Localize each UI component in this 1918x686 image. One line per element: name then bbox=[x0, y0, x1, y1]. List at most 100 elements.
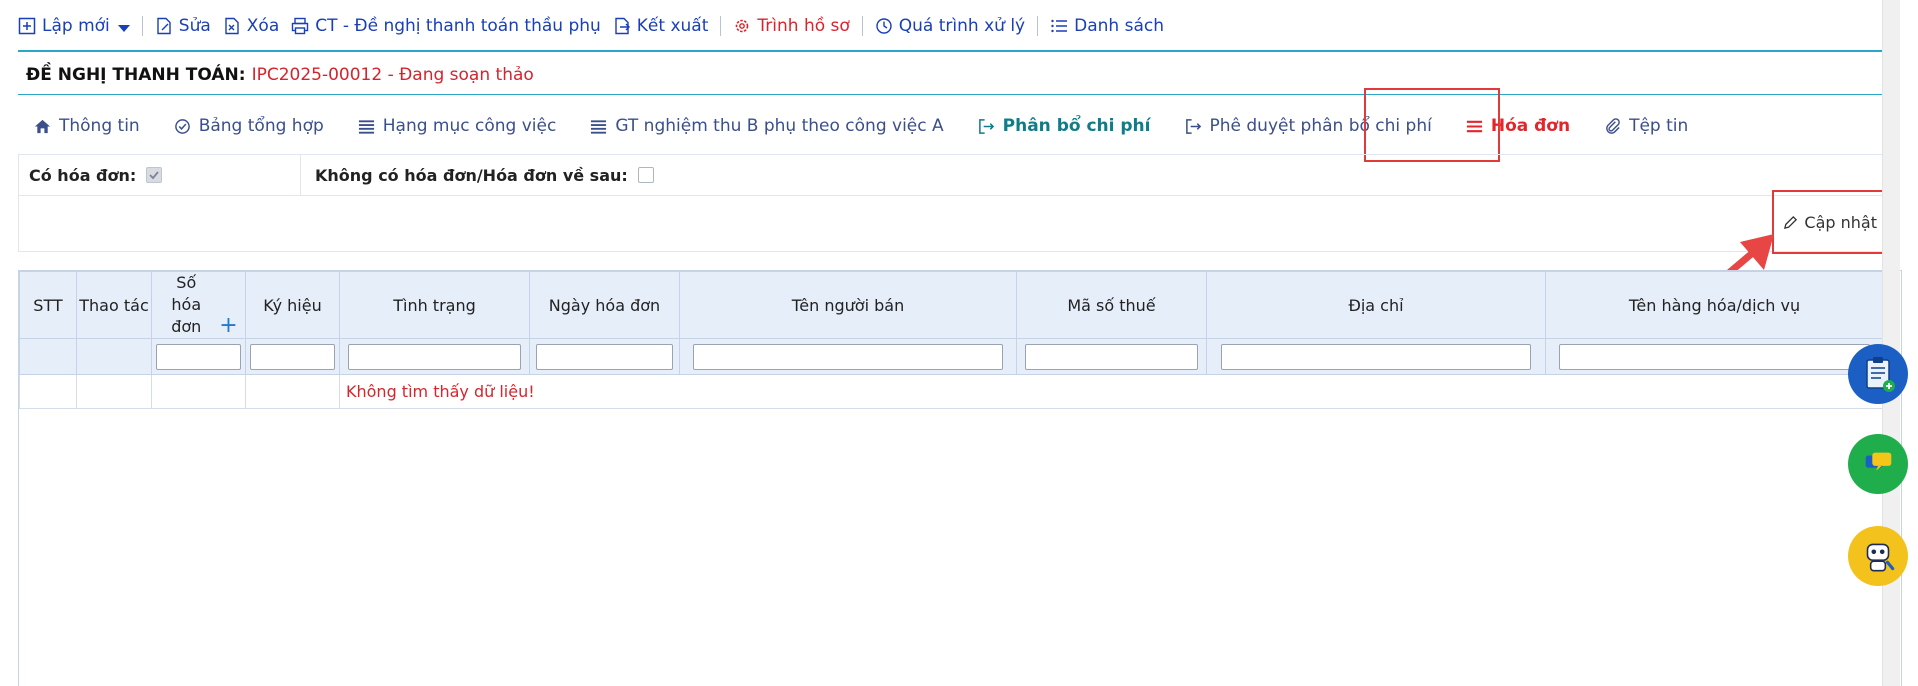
tab-label: Phân bổ chi phí bbox=[1002, 116, 1151, 136]
filter-cell bbox=[1016, 338, 1207, 375]
filter-cell bbox=[151, 338, 246, 375]
tab-cost-approval[interactable]: Phê duyệt phân bổ chi phí bbox=[1185, 116, 1432, 136]
history-button[interactable]: Quá trình xử lý bbox=[875, 16, 1025, 36]
tab-label: Phê duyệt phân bổ chi phí bbox=[1209, 116, 1432, 136]
printer-icon bbox=[292, 17, 309, 35]
toolbar-separator bbox=[861, 16, 863, 36]
page-title: ĐỀ NGHỊ THANH TOÁN: IPC2025-00012 - Đang… bbox=[26, 62, 534, 88]
has-invoice-group: Có hóa đơn: bbox=[19, 155, 301, 195]
filter-cell bbox=[245, 338, 340, 375]
update-button[interactable]: Cập nhật bbox=[1783, 213, 1877, 232]
column-header[interactable]: Tình trạng bbox=[339, 271, 530, 339]
history-label: Quá trình xử lý bbox=[898, 16, 1026, 36]
tab-work-items[interactable]: Hạng mục công việc bbox=[358, 116, 557, 136]
chevron-down-icon bbox=[117, 24, 130, 32]
filter-cell bbox=[19, 338, 77, 375]
tab-label: Hóa đơn bbox=[1490, 116, 1571, 136]
invoice-options: Có hóa đơn: Không có hóa đơn/Hóa đơn về … bbox=[18, 154, 1900, 196]
delete-button[interactable]: Xóa bbox=[223, 16, 279, 36]
tab-label: Hạng mục công việc bbox=[382, 116, 557, 136]
edit-label: Sửa bbox=[178, 16, 211, 36]
column-header[interactable]: Địa chỉ bbox=[1206, 271, 1546, 339]
toolbar-separator bbox=[1037, 16, 1039, 36]
tab-invoice[interactable]: Hóa đơn bbox=[1466, 116, 1570, 136]
robot-support-button[interactable] bbox=[1848, 526, 1908, 586]
tab-info[interactable]: Thông tin bbox=[34, 116, 140, 136]
delete-label: Xóa bbox=[246, 16, 280, 36]
edit-file-icon bbox=[157, 17, 171, 35]
filter-invoice-number-input[interactable] bbox=[155, 343, 242, 370]
column-header[interactable]: Tên người bán bbox=[679, 271, 1017, 339]
export-button[interactable]: Kết xuất bbox=[613, 16, 708, 36]
tab-label: GT nghiệm thu B phụ theo công việc A bbox=[615, 116, 944, 136]
paperclip-icon bbox=[1606, 117, 1620, 134]
tab-label: Bảng tổng hợp bbox=[198, 116, 324, 136]
table-cell bbox=[76, 374, 152, 409]
new-button[interactable]: Lập mới bbox=[18, 16, 130, 36]
clipboard-icon bbox=[1866, 357, 1895, 392]
column-header[interactable]: STT bbox=[19, 271, 77, 339]
divider bbox=[18, 94, 1900, 95]
chat-bubble-icon bbox=[1865, 452, 1892, 471]
submit-button[interactable]: Trình hồ sơ bbox=[733, 16, 850, 36]
update-area: Cập nhật bbox=[18, 196, 1900, 252]
toolbar-separator bbox=[720, 16, 722, 36]
filter-row bbox=[19, 338, 1884, 375]
update-label: Cập nhật bbox=[1804, 213, 1877, 232]
filter-date-input[interactable] bbox=[535, 343, 674, 370]
no-invoice-checkbox[interactable] bbox=[637, 167, 654, 183]
column-header[interactable]: Ngày hóa đơn bbox=[529, 271, 680, 339]
check-circle-icon bbox=[174, 118, 190, 134]
export-icon bbox=[615, 17, 630, 35]
list-button[interactable]: Danh sách bbox=[1050, 16, 1164, 36]
chat-button[interactable] bbox=[1848, 434, 1908, 494]
has-invoice-label: Có hóa đơn: bbox=[29, 165, 137, 185]
has-invoice-checkbox[interactable] bbox=[146, 167, 163, 183]
filter-status-input[interactable] bbox=[347, 343, 522, 370]
new-label: Lập mới bbox=[42, 16, 110, 36]
filter-cell bbox=[1545, 338, 1884, 375]
add-icon[interactable]: + bbox=[219, 313, 237, 338]
table-row: Không tìm thấy dữ liệu! bbox=[19, 374, 1884, 409]
tab-label: Tệp tin bbox=[1629, 116, 1689, 136]
filter-cell bbox=[339, 338, 530, 375]
divider bbox=[18, 50, 1900, 52]
column-header[interactable]: Ký hiệu bbox=[245, 271, 340, 339]
print-button[interactable]: CT - Đề nghị thanh toán thầu phụ bbox=[291, 16, 601, 36]
tab-label: Thông tin bbox=[59, 116, 140, 136]
filter-symbol-input[interactable] bbox=[249, 343, 336, 370]
page-title-status: IPC2025-00012 - Đang soạn thảo bbox=[251, 65, 534, 85]
submit-label: Trình hồ sơ bbox=[757, 16, 850, 36]
gear-icon bbox=[736, 19, 749, 33]
list-icon bbox=[591, 119, 607, 134]
column-header-invoice-number[interactable]: Số hóa đơn + bbox=[151, 271, 246, 339]
print-label: CT - Đề nghị thanh toán thầu phụ bbox=[315, 16, 601, 36]
table-cell bbox=[151, 374, 246, 409]
clock-icon bbox=[876, 18, 892, 34]
table-header-row: STT Thao tác Số hóa đơn + Ký hiệu Tình tr… bbox=[19, 271, 1884, 339]
clipboard-add-button[interactable] bbox=[1848, 344, 1908, 404]
tab-summary[interactable]: Bảng tổng hợp bbox=[174, 116, 324, 136]
filter-address-input[interactable] bbox=[1220, 343, 1532, 370]
filter-goods-input[interactable] bbox=[1559, 343, 1870, 370]
toolbar: Lập mới Sửa Xóa CT - Đề nghị thanh toán … bbox=[18, 0, 1918, 52]
column-header[interactable]: Tên hàng hóa/dịch vụ bbox=[1545, 271, 1884, 339]
filter-tax-code-input[interactable] bbox=[1024, 343, 1199, 370]
filter-seller-input[interactable] bbox=[693, 343, 1003, 370]
column-header[interactable]: Mã số thuế bbox=[1016, 271, 1207, 339]
list-icon bbox=[1051, 19, 1068, 33]
edit-button[interactable]: Sửa bbox=[155, 16, 211, 36]
column-header[interactable]: Thao tác bbox=[76, 271, 152, 339]
filter-cell bbox=[76, 338, 152, 375]
page-title-label: ĐỀ NGHỊ THANH TOÁN: bbox=[26, 65, 246, 85]
filter-cell bbox=[679, 338, 1017, 375]
filter-cell bbox=[1206, 338, 1546, 375]
empty-message-cell: Không tìm thấy dữ liệu! bbox=[339, 374, 1884, 409]
tab-bar: Thông tin Bảng tổng hợp Hạng mục công vi… bbox=[34, 108, 1722, 144]
sign-out-icon bbox=[978, 118, 994, 134]
table-cell bbox=[19, 374, 77, 409]
list-label: Danh sách bbox=[1074, 16, 1164, 36]
tab-files[interactable]: Tệp tin bbox=[1604, 116, 1688, 136]
tab-acceptance-value[interactable]: GT nghiệm thu B phụ theo công việc A bbox=[590, 116, 944, 136]
tab-cost-allocation[interactable]: Phân bổ chi phí bbox=[978, 116, 1151, 136]
